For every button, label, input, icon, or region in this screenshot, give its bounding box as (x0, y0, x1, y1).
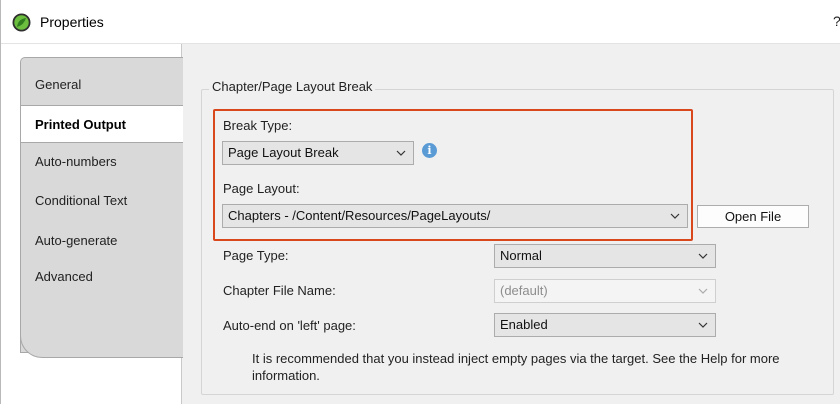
break-type-value: Page Layout Break (228, 145, 339, 160)
page-type-select[interactable]: Normal (494, 244, 716, 268)
chapter-file-name-value: (default) (500, 283, 548, 298)
tab-auto-generate[interactable]: Auto-generate (21, 222, 183, 260)
info-icon[interactable]: i (422, 143, 437, 158)
break-type-select[interactable]: Page Layout Break (222, 141, 414, 165)
chapter-file-name-label: Chapter File Name: (223, 283, 336, 298)
page-type-value: Normal (500, 248, 542, 263)
page-layout-select[interactable]: Chapters - /Content/Resources/PageLayout… (222, 204, 688, 228)
tab-panel-bottom (20, 318, 183, 358)
help-icon[interactable]: ? (833, 13, 840, 29)
tab-advanced[interactable]: Advanced (21, 258, 183, 296)
page-layout-label: Page Layout: (223, 181, 300, 196)
tab-auto-numbers[interactable]: Auto-numbers (21, 143, 183, 181)
tab-general[interactable]: General (21, 66, 183, 104)
page-type-label: Page Type: (223, 248, 289, 263)
chevron-down-icon (698, 253, 708, 259)
tab-conditional-text[interactable]: Conditional Text (21, 182, 183, 220)
auto-end-value: Enabled (500, 317, 548, 332)
auto-end-select[interactable]: Enabled (494, 313, 716, 337)
break-type-label: Break Type: (223, 118, 293, 133)
chevron-down-icon (396, 150, 406, 156)
chevron-down-icon (698, 288, 708, 294)
group-legend: Chapter/Page Layout Break (209, 79, 376, 94)
chevron-down-icon (670, 213, 680, 219)
app-leaf-icon (12, 13, 31, 32)
open-file-button[interactable]: Open File (697, 205, 809, 228)
recommendation-note: It is recommended that you instead injec… (252, 351, 780, 383)
tab-printed-output[interactable]: Printed Output (21, 105, 183, 143)
properties-window: Properties ? General Printed Output Auto… (0, 0, 840, 404)
window-title: Properties (40, 14, 104, 30)
chevron-down-icon (698, 322, 708, 328)
chapter-file-name-select: (default) (494, 279, 716, 303)
auto-end-label: Auto-end on 'left' page: (223, 318, 356, 333)
page-layout-value: Chapters - /Content/Resources/PageLayout… (228, 208, 491, 223)
title-bar: Properties ? (1, 0, 840, 44)
